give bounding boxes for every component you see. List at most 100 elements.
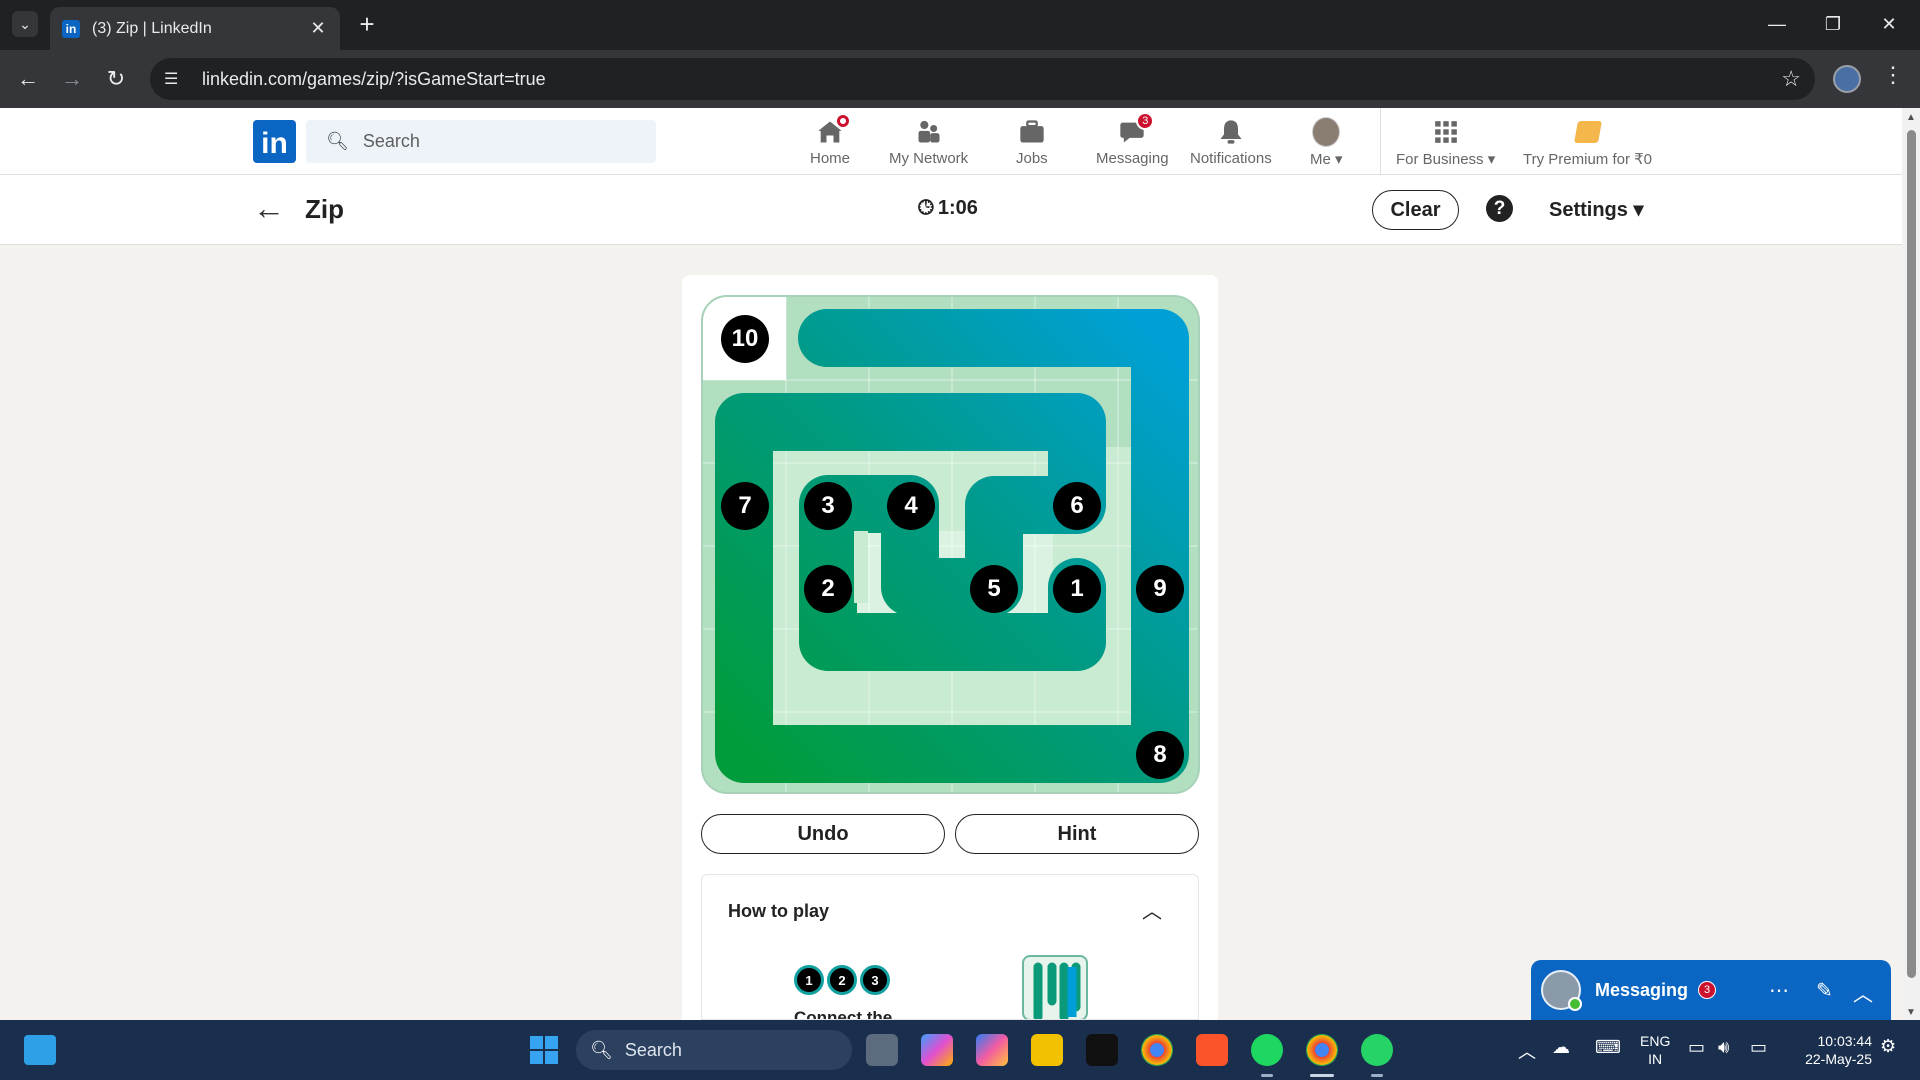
restore-icon[interactable]: ❐ xyxy=(1810,8,1856,40)
keyboard-icon[interactable]: ⌨ xyxy=(1595,1037,1621,1058)
active-indicator xyxy=(1310,1074,1334,1077)
nav-for-business[interactable]: For Business ▾ xyxy=(1396,118,1495,174)
messaging-title: Messaging xyxy=(1595,979,1689,1000)
store-icon[interactable] xyxy=(1086,1034,1118,1066)
hint-button[interactable]: Hint xyxy=(955,814,1199,854)
nav-try-premium[interactable]: Try Premium for ₹0 xyxy=(1523,118,1652,174)
help-icon[interactable]: ? xyxy=(1486,195,1513,222)
address-bar[interactable]: ☰ linkedin.com/games/zip/?isGameStart=tr… xyxy=(150,58,1815,100)
forward-icon[interactable]: → xyxy=(56,63,88,95)
board-number[interactable]: 2 xyxy=(804,565,852,613)
mini-dot: 1 xyxy=(794,965,824,995)
gallery-icon[interactable] xyxy=(1031,1034,1063,1066)
chevron-up-icon[interactable]: ︿ xyxy=(1853,978,1873,1007)
site-info-icon[interactable]: ☰ xyxy=(164,69,188,89)
clear-button[interactable]: Clear xyxy=(1372,190,1459,230)
global-search[interactable]: 🔍︎ xyxy=(306,120,656,163)
more-options-icon[interactable]: ⋯ xyxy=(1769,978,1789,1003)
messaging-overlay[interactable]: Messaging 3 ⋯ ✎ ︿ xyxy=(1531,960,1891,1020)
onedrive-icon[interactable]: ☁ xyxy=(1552,1037,1570,1058)
copilot-icon[interactable] xyxy=(976,1034,1008,1066)
network-icon[interactable]: ▭ xyxy=(1688,1037,1705,1058)
board-number[interactable]: 8 xyxy=(1136,731,1184,779)
window-close-icon[interactable]: ✕ xyxy=(1866,8,1912,40)
linkedin-header: in 🔍︎ Home My Network Jobs 3 Messaging xyxy=(0,108,1902,175)
board-number[interactable]: 1 xyxy=(1053,565,1101,613)
system-clock[interactable]: 10:03:44 22-May-25 xyxy=(1790,1032,1872,1068)
nav-label: Home xyxy=(810,150,851,167)
board-number[interactable]: 3 xyxy=(804,482,852,530)
scroll-up-icon[interactable]: ▲ xyxy=(1906,112,1916,123)
how-to-play-title: How to play xyxy=(728,901,830,921)
taskbar-search[interactable]: 🔍︎ Search xyxy=(576,1030,852,1070)
mini-dot: 3 xyxy=(860,965,890,995)
tab-title: (3) Zip | LinkedIn xyxy=(92,19,212,37)
microsoft-365-icon[interactable] xyxy=(921,1034,953,1066)
zip-board[interactable]: 10 7 3 4 6 2 5 1 9 8 xyxy=(701,295,1200,794)
game-timer: 🕒︎ 1:06 xyxy=(918,197,978,220)
running-indicator xyxy=(1261,1074,1273,1077)
premium-icon xyxy=(1573,118,1602,146)
brave-icon[interactable] xyxy=(1196,1034,1228,1066)
new-tab-button[interactable]: + xyxy=(352,10,382,40)
spotify-icon[interactable] xyxy=(1251,1034,1283,1066)
board-number[interactable]: 7 xyxy=(721,482,769,530)
url-text[interactable]: linkedin.com/games/zip/?isGameStart=true xyxy=(202,69,1781,90)
nav-label: My Network xyxy=(889,150,969,167)
taskbar-search-label: Search xyxy=(624,1039,682,1060)
compose-icon[interactable]: ✎ xyxy=(1816,978,1833,1003)
linkedin-logo[interactable]: in xyxy=(253,120,296,163)
back-icon[interactable]: ← xyxy=(12,63,44,95)
notifications-icon[interactable]: ⚙ xyxy=(1880,1036,1896,1057)
bell-icon xyxy=(1217,118,1245,146)
search-input[interactable] xyxy=(362,131,643,152)
undo-button[interactable]: Undo xyxy=(701,814,945,854)
chrome-profile-icon[interactable] xyxy=(1306,1034,1338,1066)
bookmark-star-icon[interactable]: ☆ xyxy=(1781,66,1801,92)
nav-messaging[interactable]: 3 Messaging xyxy=(1096,112,1169,174)
board-number[interactable]: 5 xyxy=(970,565,1018,613)
whatsapp-icon[interactable] xyxy=(1361,1034,1393,1066)
board-number[interactable]: 9 xyxy=(1136,565,1184,613)
show-hidden-icons-icon[interactable]: ︿ xyxy=(1518,1038,1536,1064)
messaging-badge: 3 xyxy=(1136,112,1155,130)
nav-notifications[interactable]: Notifications xyxy=(1190,118,1272,174)
board-graphics xyxy=(703,297,1198,792)
battery-icon[interactable]: ▭ xyxy=(1750,1037,1767,1058)
board-number[interactable]: 4 xyxy=(887,482,935,530)
home-icon xyxy=(816,113,851,146)
scroll-down-icon[interactable]: ▼ xyxy=(1906,1007,1916,1018)
nav-label: For Business ▾ xyxy=(1396,151,1496,168)
board-number[interactable]: 6 xyxy=(1053,482,1101,530)
task-view-icon[interactable] xyxy=(866,1034,898,1066)
search-icon: 🔍︎ xyxy=(326,131,349,151)
windows-start-icon[interactable] xyxy=(528,1034,560,1066)
browser-profile-avatar[interactable] xyxy=(1833,65,1861,93)
board-number[interactable]: 10 xyxy=(721,315,769,363)
settings-dropdown[interactable]: Settings ▾ xyxy=(1549,197,1644,222)
volume-icon[interactable]: 🔊︎ xyxy=(1718,1037,1729,1058)
chrome-icon[interactable] xyxy=(1141,1034,1173,1066)
nav-my-network[interactable]: My Network xyxy=(889,118,968,174)
nav-jobs[interactable]: Jobs xyxy=(1016,118,1048,174)
scroll-thumb[interactable] xyxy=(1907,130,1916,978)
close-tab-icon[interactable]: ✕ xyxy=(308,18,328,39)
widgets-icon[interactable] xyxy=(24,1035,56,1065)
chevron-up-icon[interactable]: ︿ xyxy=(1142,895,1162,924)
howto-caption: Connect the xyxy=(794,1008,893,1020)
language-indicator[interactable]: ENG IN xyxy=(1640,1032,1670,1068)
browser-tab[interactable]: in (3) Zip | LinkedIn ✕ xyxy=(50,7,340,50)
browser-toolbar: ← → ↻ ☰ linkedin.com/games/zip/?isGameSt… xyxy=(0,50,1920,108)
online-status-icon xyxy=(1568,997,1582,1011)
windows-taskbar: 🔍︎ Search ︿ ☁ ⌨ ENG IN ▭ 🔊︎ ▭ 10:03:44 2… xyxy=(0,1020,1920,1080)
clock-icon: 🕒︎ xyxy=(918,197,934,219)
page-scrollbar[interactable]: ▲ ▼ xyxy=(1902,108,1920,1020)
nav-home[interactable]: Home xyxy=(810,113,851,174)
minimize-icon[interactable]: — xyxy=(1754,8,1800,40)
browser-menu-icon[interactable]: ⋮ xyxy=(1878,62,1908,88)
reload-icon[interactable]: ↻ xyxy=(100,63,132,95)
back-arrow-icon[interactable]: ← xyxy=(253,192,285,224)
nav-me[interactable]: Me ▾ xyxy=(1310,117,1343,174)
game-title: Zip xyxy=(305,194,344,224)
tab-search-button[interactable]: ⌄ xyxy=(12,11,38,37)
